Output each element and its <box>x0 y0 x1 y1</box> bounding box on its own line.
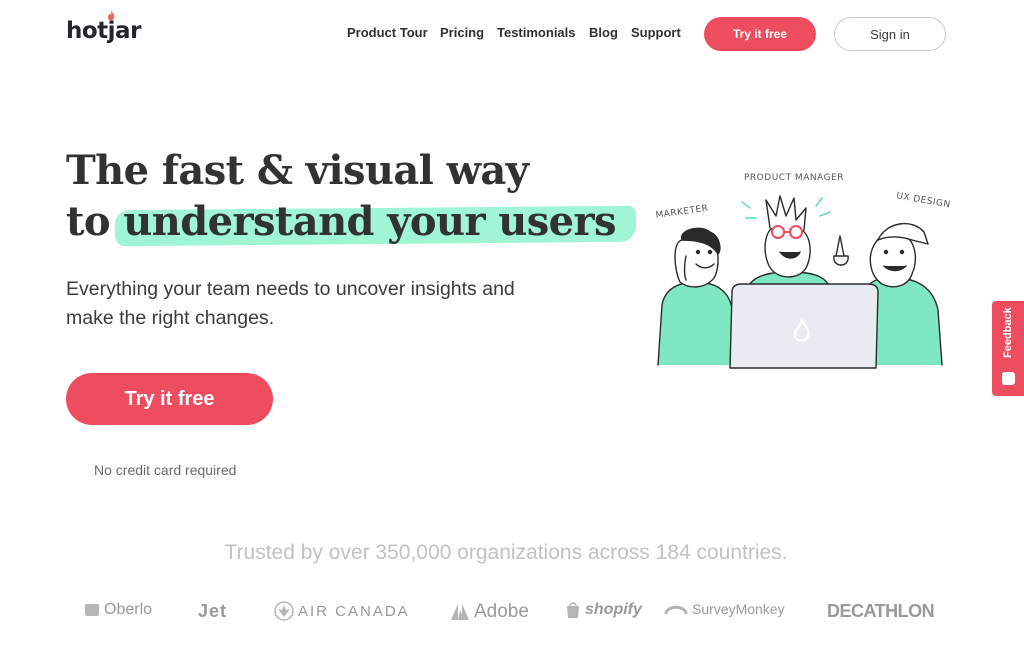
oberlo-icon <box>85 604 99 616</box>
nav-product-tour[interactable]: Product Tour <box>347 25 428 40</box>
logo-text: hotjar <box>66 18 141 44</box>
brand-decathlon: DECATHLON <box>827 601 935 621</box>
site-header: hotjar Product Tour Pricing Testimonials… <box>0 0 1024 70</box>
brand-adobe: Adobe <box>450 601 529 623</box>
flame-icon <box>107 10 115 21</box>
team-illustration: MARKETER PRODUCT MANAGER UX DESIGNER <box>655 173 950 369</box>
headline-highlight: understand your users <box>115 196 637 247</box>
label-product-manager: PRODUCT MANAGER <box>744 173 844 183</box>
no-credit-card-note: No credit card required <box>94 462 237 478</box>
nav-blog[interactable]: Blog <box>589 25 618 40</box>
client-logos: Oberlo Jet AIR CANADA Adobe shopify Surv… <box>0 597 1024 629</box>
monkey-icon <box>664 605 688 615</box>
hero-subhead: Everything your team needs to uncover in… <box>66 278 515 329</box>
brand-jet: Jet <box>198 601 228 621</box>
adobe-icon <box>451 604 469 620</box>
signin-button[interactable]: Sign in <box>834 17 946 51</box>
hero-try-button[interactable]: Try it free <box>66 373 273 425</box>
hero-headline: The fast & visual way to understand your… <box>66 145 637 247</box>
brand-surveymonkey: SurveyMonkey <box>664 601 785 617</box>
header-try-button[interactable]: Try it free <box>704 17 816 51</box>
nav-support[interactable]: Support <box>631 25 681 40</box>
brand-oberlo: Oberlo <box>84 601 152 619</box>
hotjar-logo[interactable]: hotjar <box>66 10 141 44</box>
maple-leaf-icon <box>274 601 294 621</box>
feedback-tab[interactable]: Feedback <box>992 301 1024 396</box>
label-ux-designer: UX DESIGNER <box>895 191 950 213</box>
headline-line1: The fast & visual way <box>66 147 529 194</box>
nav-pricing[interactable]: Pricing <box>440 25 484 40</box>
brand-shopify: shopify <box>565 601 642 619</box>
headline-highlight-text: understand your users <box>123 198 616 245</box>
brand-air-canada: AIR CANADA <box>274 601 410 621</box>
label-marketer: MARKETER <box>655 204 709 221</box>
shopping-bag-icon <box>567 602 579 618</box>
headline-to: to <box>66 198 111 245</box>
nav-testimonials[interactable]: Testimonials <box>497 25 576 40</box>
feedback-label: Feedback <box>1002 307 1014 358</box>
feedback-face-icon <box>1002 372 1015 385</box>
trusted-by-text: Trusted by over 350,000 organizations ac… <box>224 541 788 564</box>
